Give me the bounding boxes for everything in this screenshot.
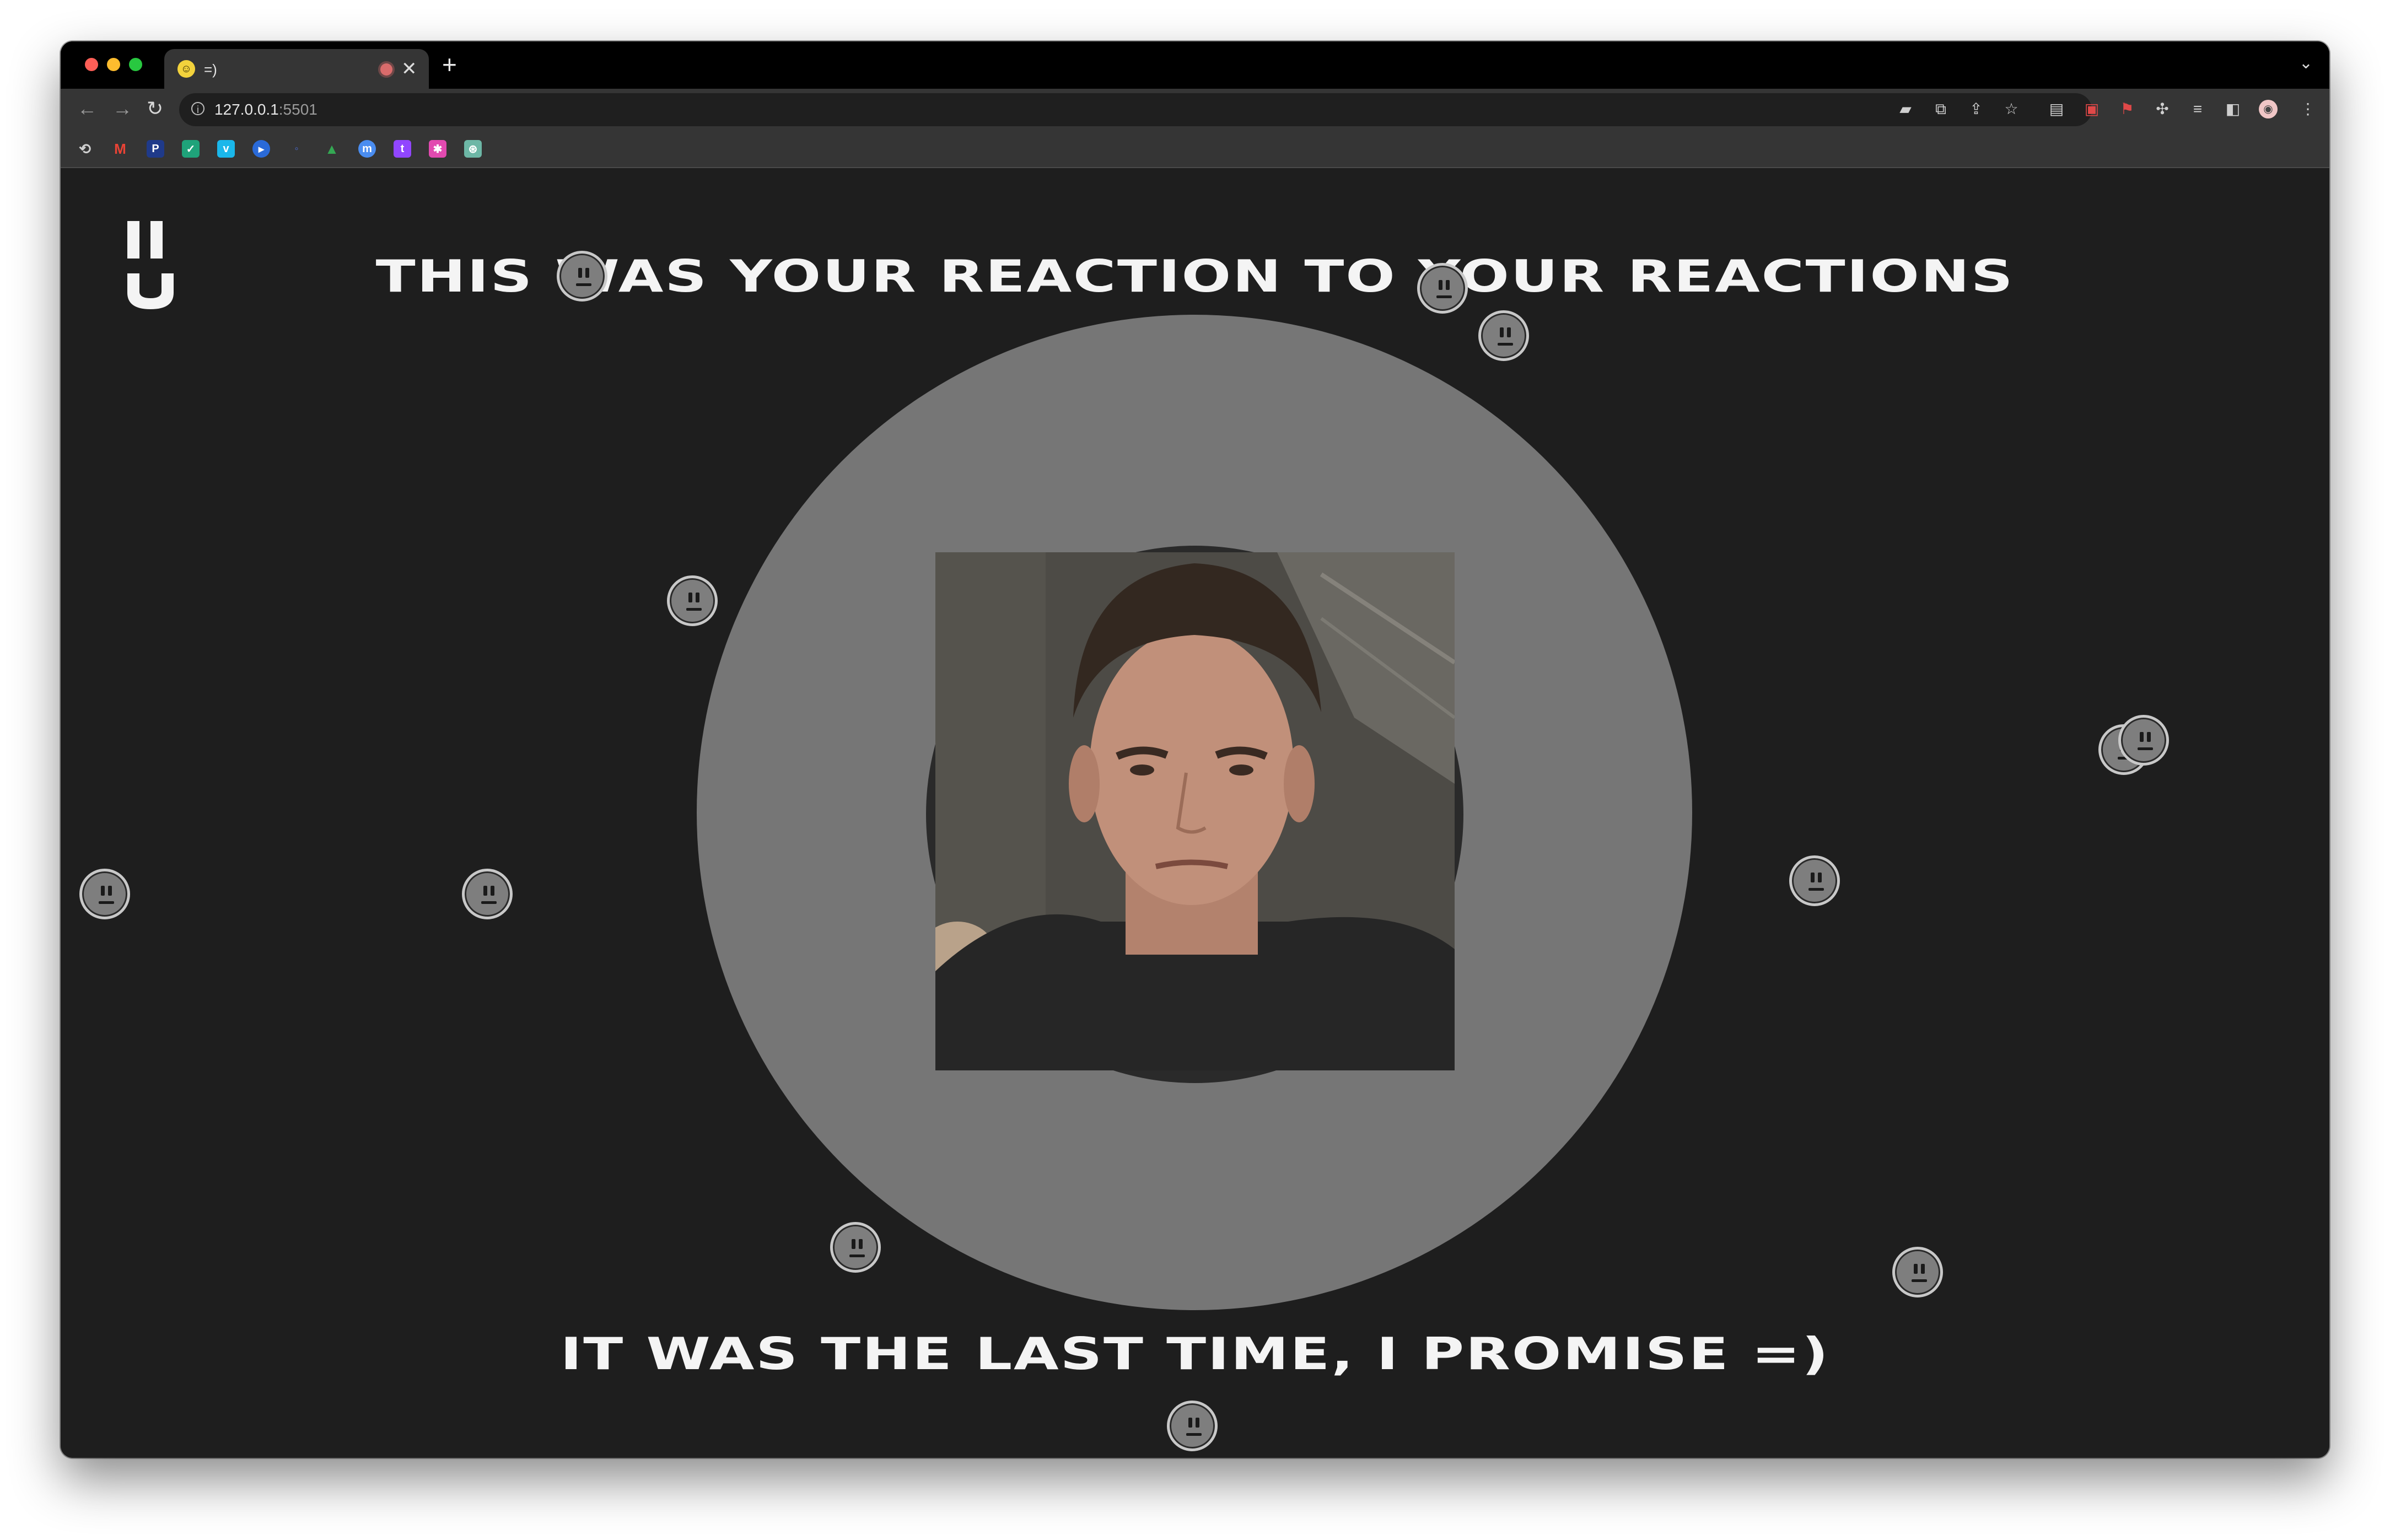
- forward-button[interactable]: →: [112, 98, 132, 120]
- sidebar-icon[interactable]: ◧: [2224, 100, 2242, 119]
- history-icon[interactable]: ⟲: [76, 140, 94, 158]
- back-button[interactable]: ←: [77, 98, 97, 120]
- play-icon[interactable]: ▸: [252, 140, 270, 158]
- puzzle-icon[interactable]: ✣: [2153, 100, 2172, 119]
- profile-avatar[interactable]: ◉: [2259, 100, 2278, 119]
- page-title: THIS WAS YOUR REACTION TO YOUR REACTIONS: [375, 251, 2015, 302]
- smiley-favicon-icon: ☺: [177, 60, 195, 78]
- vimeo-icon[interactable]: v: [217, 140, 235, 158]
- media-icon[interactable]: ≡: [2188, 100, 2207, 119]
- translate-icon[interactable]: ⧉: [1931, 100, 1950, 119]
- bookmark-star-icon[interactable]: ✱: [429, 140, 446, 158]
- reload-button[interactable]: ↻: [147, 98, 163, 120]
- url-text: 127.0.0.1:5501: [214, 101, 317, 118]
- twitch-icon[interactable]: t: [394, 140, 411, 158]
- bookmark-blank-icon[interactable]: ◦: [288, 140, 305, 158]
- address-bar[interactable]: i 127.0.0.1:5501: [179, 93, 2092, 126]
- tab-close-button[interactable]: ✕: [401, 58, 417, 80]
- neutral-face-icon: [2118, 715, 2169, 766]
- tab-strip: ☺ =) ✕ + ⌄: [61, 41, 2329, 89]
- browser-toolbar: ← → ↻ i 127.0.0.1:5501 ▰ ⧉ ⇪ ☆ ▤ ▣ ⚑ ✣ ≡…: [61, 89, 2329, 131]
- neutral-face-icon: [79, 869, 130, 919]
- page-content: THIS WAS YOUR REACTION TO YOUR REACTIONS…: [61, 168, 2329, 1458]
- webcam-photo: [935, 552, 1455, 1070]
- neutral-face-icon: [667, 575, 718, 626]
- more-icon[interactable]: ⋮: [2299, 100, 2317, 119]
- browser-tab[interactable]: ☺ =) ✕: [164, 49, 429, 89]
- new-tab-button[interactable]: +: [442, 50, 457, 79]
- neutral-face-icon: [462, 869, 513, 919]
- neutral-face-icon: [1478, 310, 1529, 361]
- bookmarks-bar: ⟲ M P ✓ v ▸ ◦ ▲ m t ✱ ⊛: [61, 131, 2329, 168]
- drive-icon[interactable]: ▲: [323, 140, 341, 158]
- extension-icon[interactable]: ▤: [2047, 100, 2066, 119]
- window-maximize-button[interactable]: [129, 58, 142, 71]
- window-minimize-button[interactable]: [107, 58, 120, 71]
- star-icon[interactable]: ☆: [2002, 100, 2021, 119]
- tab-search-chevron-icon[interactable]: ⌄: [2299, 53, 2313, 73]
- extension-icon[interactable]: ▣: [2082, 100, 2101, 119]
- openai-icon[interactable]: ⊛: [464, 140, 482, 158]
- info-icon[interactable]: i: [191, 102, 204, 115]
- browser-window: ☺ =) ✕ + ⌄ ← → ↻ i 127.0.0.1:5501 ▰ ⧉ ⇪ …: [61, 41, 2329, 1458]
- bookmark-p-icon[interactable]: P: [147, 140, 164, 158]
- neutral-face-icon: [557, 251, 607, 301]
- neutral-face-icon: [1167, 1401, 1218, 1451]
- pdf-icon[interactable]: ⚑: [2118, 100, 2136, 119]
- share-icon[interactable]: ⇪: [1967, 100, 1985, 119]
- neutral-face-icon: [1892, 1247, 1943, 1297]
- page-subtitle: IT WAS THE LAST TIME, I PROMISE =): [560, 1328, 1830, 1380]
- window-close-button[interactable]: [85, 58, 98, 71]
- check-icon[interactable]: ✓: [182, 140, 200, 158]
- tab-title: =): [204, 61, 217, 78]
- mastodon-icon[interactable]: m: [358, 140, 376, 158]
- gmail-icon[interactable]: M: [111, 140, 129, 158]
- recording-indicator-icon: [380, 63, 392, 76]
- camera-icon[interactable]: ▰: [1896, 100, 1915, 119]
- neutral-face-icon: [1789, 855, 1840, 906]
- neutral-face-icon: [830, 1222, 881, 1273]
- neutral-face-icon: [1417, 263, 1468, 314]
